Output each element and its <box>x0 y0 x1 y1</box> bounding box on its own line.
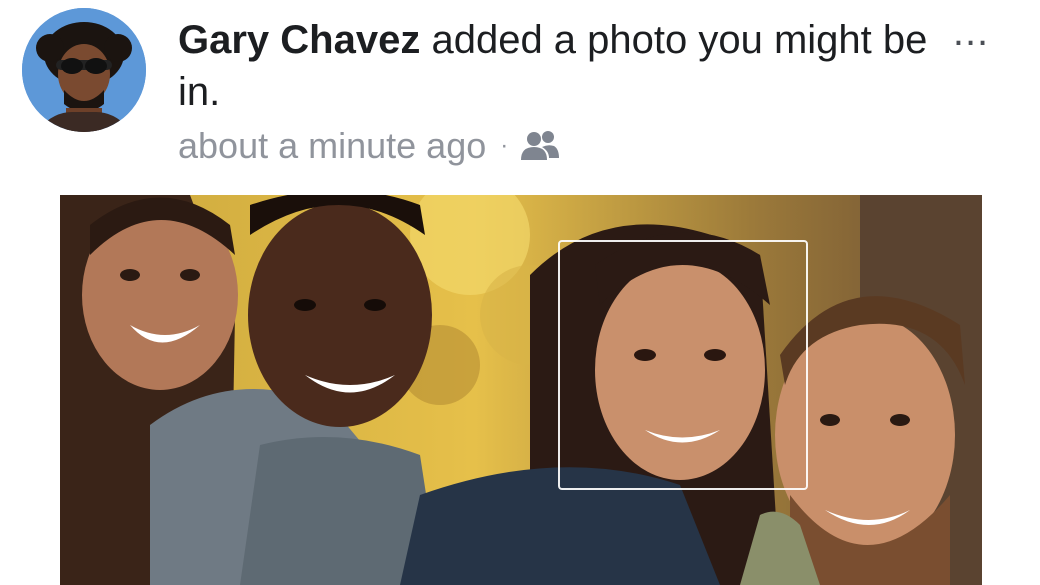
post-meta: about a minute ago · <box>178 122 560 170</box>
post-timestamp[interactable]: about a minute ago <box>178 125 486 167</box>
author-name[interactable]: Gary Chavez <box>178 18 420 62</box>
face-tag-box[interactable] <box>558 240 808 490</box>
meta-separator: · <box>500 132 509 159</box>
friends-icon <box>520 130 560 162</box>
tagged-photo[interactable] <box>60 195 982 585</box>
more-options-button[interactable]: ... <box>948 12 994 58</box>
post-headline: Gary Chavez added a photo you might be i… <box>178 14 928 118</box>
author-avatar[interactable] <box>22 8 146 132</box>
